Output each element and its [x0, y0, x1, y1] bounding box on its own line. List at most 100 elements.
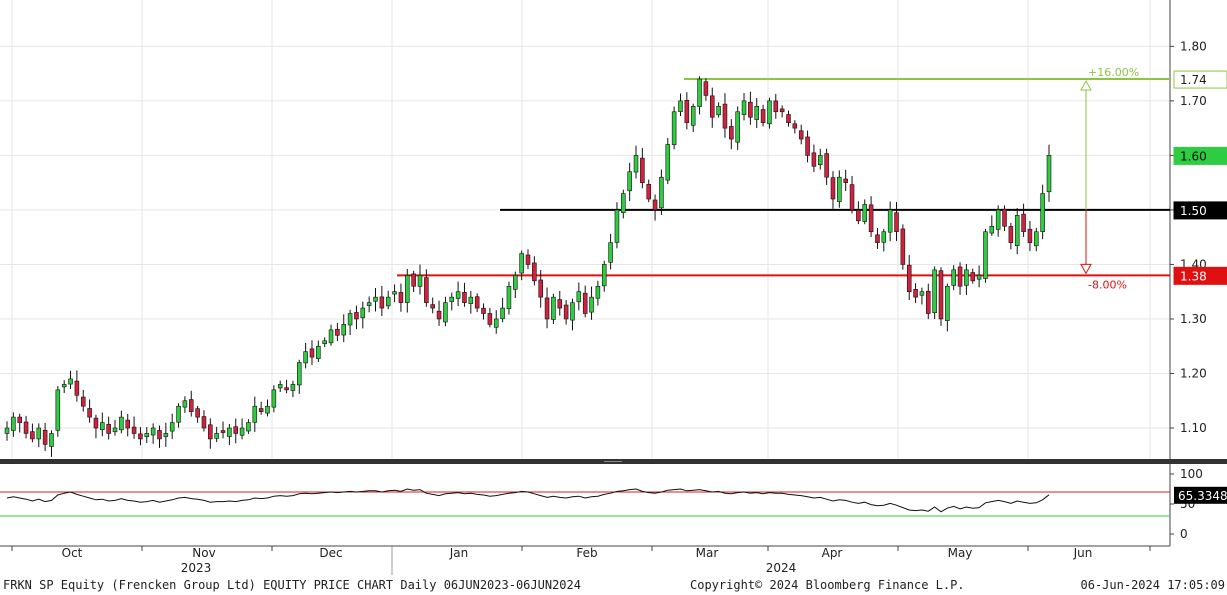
candle-up: [417, 275, 423, 287]
timestamp-text: 06-Jun-2024 17:05:09: [1080, 578, 1226, 592]
candle-up: [347, 313, 353, 326]
candle-down: [830, 177, 836, 200]
candle-down: [233, 426, 239, 434]
pivot-value-label: 1.50: [1180, 204, 1207, 218]
candle-up: [150, 427, 156, 436]
chart-footer-title: FRKN SP Equity (Frencken Group Ltd) EQUI…: [3, 578, 581, 592]
candle-up: [144, 433, 150, 438]
candle-up: [239, 427, 245, 436]
resistance-value-label: 1.74: [1180, 73, 1207, 87]
candle-up: [1034, 231, 1039, 247]
candle-up: [614, 209, 620, 243]
candle-up: [55, 389, 61, 431]
candle-up: [595, 285, 601, 299]
candle-up: [665, 144, 671, 181]
candle-down: [424, 277, 429, 303]
candle-up: [265, 405, 270, 414]
candle-down: [894, 212, 899, 233]
candle-up: [271, 389, 277, 408]
candle-up: [754, 106, 760, 120]
candle-down: [462, 292, 467, 303]
support-value-label: 1.38: [1180, 269, 1207, 283]
candle-up: [500, 307, 505, 319]
candle-down: [80, 396, 86, 407]
candle-down: [481, 307, 486, 314]
candle-up: [951, 269, 956, 286]
candle-down: [773, 100, 779, 113]
candle-down: [849, 184, 855, 211]
candle-down: [525, 254, 531, 265]
candle-down: [957, 266, 963, 287]
candle-up: [169, 422, 175, 432]
candle-down: [563, 304, 569, 320]
candle-up: [49, 433, 54, 447]
candle-down: [748, 101, 753, 118]
candle-down: [824, 153, 829, 178]
candle-up: [767, 100, 772, 125]
x-tick-label: Apr: [822, 546, 843, 560]
candle-down: [557, 299, 563, 309]
candle-up: [443, 302, 448, 323]
candle-down: [703, 81, 709, 96]
rsi-tick-label: 100: [1180, 467, 1203, 481]
x-tick-label: Oct: [62, 546, 83, 560]
candle-up: [671, 111, 677, 145]
candle-up: [61, 384, 67, 388]
candle-down: [843, 178, 848, 183]
candle-down: [779, 108, 785, 113]
candle-down: [786, 114, 791, 123]
candle-up: [163, 433, 169, 437]
price-chart: +16.00%-8.00%1.101.201.301.401.501.601.7…: [0, 0, 1227, 575]
x-tick-label: Jun: [1073, 546, 1093, 560]
candle-down: [544, 297, 550, 320]
candle-up: [519, 253, 524, 274]
candle-up: [690, 106, 696, 126]
candle-up: [493, 318, 499, 328]
candle-up: [627, 171, 632, 192]
x-tick-label: Feb: [576, 546, 597, 560]
candle-up: [449, 296, 455, 302]
candle-up: [36, 427, 42, 440]
candle-up: [735, 111, 740, 143]
candle-down: [208, 424, 213, 440]
candle-down: [1027, 228, 1033, 243]
candle-down: [875, 234, 880, 243]
candle-up: [392, 291, 397, 295]
candle-down: [87, 408, 92, 418]
candle-up: [983, 231, 988, 279]
candle-up: [697, 78, 702, 107]
candle-down: [856, 209, 861, 222]
candle-up: [659, 176, 664, 209]
candle-down: [913, 288, 918, 298]
y-tick-label: 1.20: [1180, 366, 1207, 380]
candle-up: [252, 405, 258, 423]
candle-down: [157, 430, 162, 440]
candle-up: [633, 155, 639, 173]
candle-up: [551, 296, 556, 320]
candle-up: [945, 285, 950, 321]
candle-down: [379, 296, 385, 309]
y-tick-label: 1.10: [1180, 421, 1207, 435]
candle-down: [652, 199, 658, 211]
candle-up: [601, 264, 607, 287]
candle-down: [487, 313, 493, 325]
candle-down: [760, 109, 766, 123]
candle-down: [220, 430, 226, 433]
candle-up: [277, 384, 283, 389]
candle-up: [296, 362, 302, 386]
candle-down: [938, 270, 944, 320]
candle-down: [538, 279, 543, 298]
year-label: 2024: [766, 561, 797, 575]
candle-up: [976, 275, 982, 280]
candle-down: [335, 328, 340, 336]
candle-up: [246, 422, 251, 432]
candle-down: [106, 423, 111, 434]
candle-down: [30, 431, 35, 440]
candle-up: [68, 378, 73, 385]
candle-down: [646, 184, 651, 200]
y-tick-label: 1.30: [1180, 312, 1207, 326]
candle-down: [722, 103, 728, 129]
candle-up: [621, 193, 626, 213]
candle-down: [354, 312, 359, 320]
y-tick-label: 1.80: [1180, 39, 1207, 53]
